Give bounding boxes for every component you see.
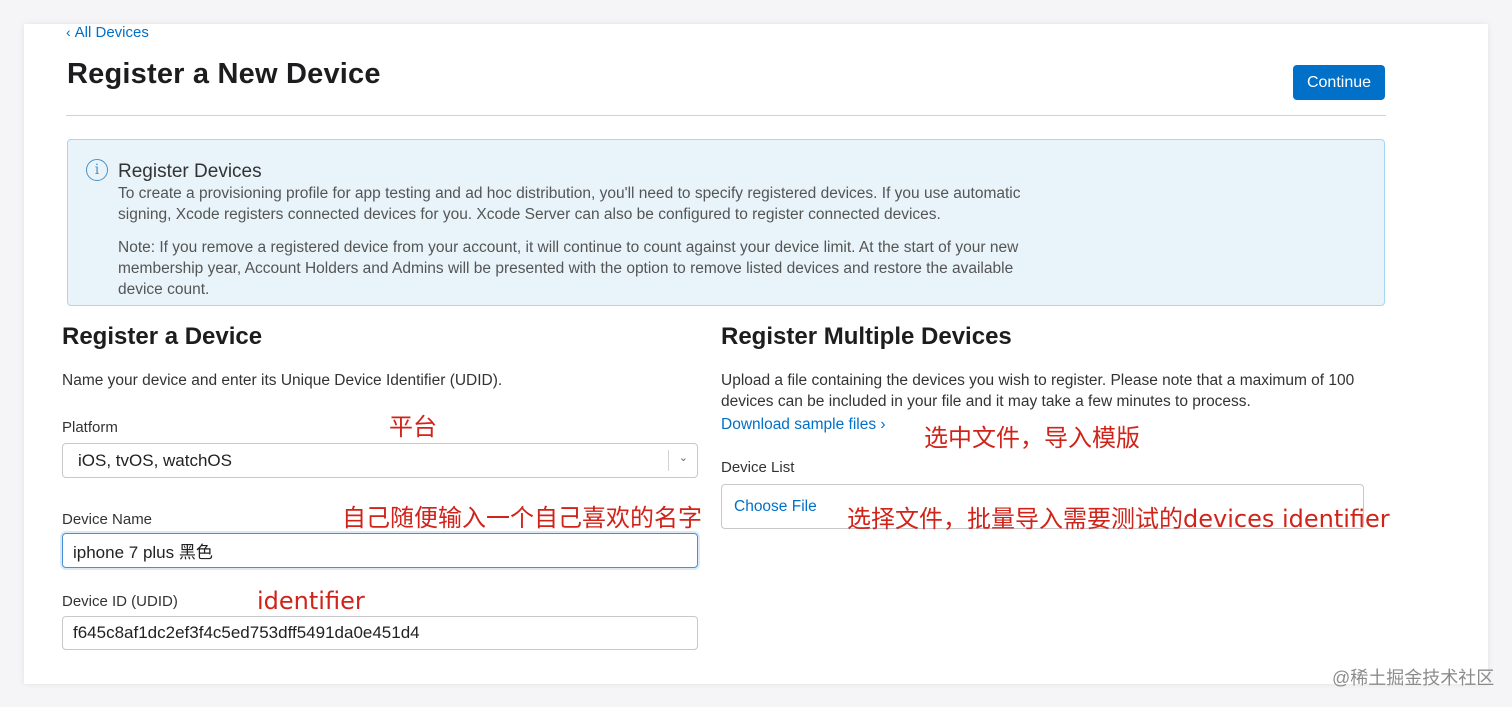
chevron-down-icon: ⌄ — [678, 452, 688, 464]
info-banner: i Register Devices To create a provision… — [67, 139, 1385, 306]
platform-select[interactable]: iOS, tvOS, watchOS ⌄ — [62, 443, 698, 478]
register-device-title: Register a Device — [62, 323, 263, 350]
header-divider — [66, 115, 1386, 116]
annotation-batch-import: 选择文件，批量导入需要测试的devices identifier — [847, 505, 1390, 533]
back-link-label: All Devices — [74, 24, 149, 41]
info-paragraph: To create a provisioning profile for app… — [118, 185, 1021, 223]
download-sample-files-link[interactable]: Download sample files › — [721, 416, 886, 434]
annotation-identifier: identifier — [257, 587, 365, 615]
annotation-device-name: 自己随便输入一个自己喜欢的名字 — [342, 504, 702, 532]
annotation-template: 选中文件，导入模版 — [924, 424, 1140, 452]
register-device-description: Name your device and enter its Unique De… — [62, 372, 503, 389]
udid-label: Device ID (UDID) — [62, 593, 178, 610]
chevron-left-icon: ‹ — [66, 24, 71, 40]
select-divider — [668, 450, 669, 471]
udid-input[interactable] — [62, 616, 698, 650]
info-title: Register Devices — [118, 161, 262, 182]
back-to-all-devices-link[interactable]: ‹ All Devices — [66, 24, 149, 41]
device-name-input[interactable] — [62, 533, 698, 568]
platform-select-value: iOS, tvOS, watchOS — [78, 451, 232, 470]
register-multiple-title: Register Multiple Devices — [721, 323, 1012, 350]
device-list-label: Device List — [721, 459, 795, 476]
info-icon: i — [86, 159, 108, 181]
choose-file-button[interactable]: Choose File — [734, 498, 817, 516]
device-name-label: Device Name — [62, 511, 153, 528]
platform-label: Platform — [62, 419, 118, 436]
info-note: Note: If you remove a registered device … — [118, 239, 1019, 298]
register-multiple-description: Upload a file containing the devices you… — [721, 372, 1355, 410]
content-card — [24, 24, 1488, 684]
page-title: Register a New Device — [67, 58, 381, 90]
annotation-platform: 平台 — [389, 413, 437, 441]
watermark: @稀土掘金技术社区 — [1332, 668, 1495, 688]
continue-button[interactable]: Continue — [1293, 65, 1385, 100]
